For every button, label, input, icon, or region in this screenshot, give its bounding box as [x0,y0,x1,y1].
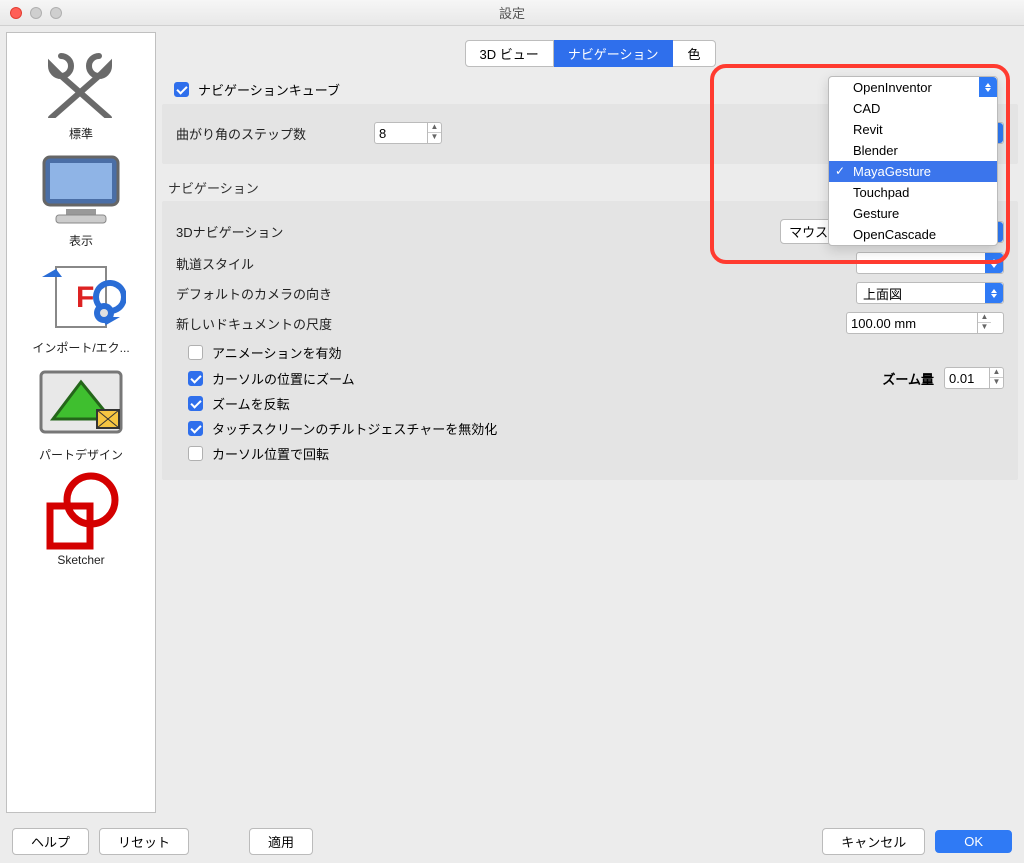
importexport-icon: F [33,257,129,337]
tab-bar: 3D ビュー ナビゲーション 色 [162,40,1018,67]
check-label: カーソル位置で回転 [212,444,329,463]
titlebar: 設定 [0,0,1024,26]
svg-text:F: F [76,281,94,314]
window-title: 設定 [0,3,1024,22]
tab-color[interactable]: 色 [673,40,715,67]
camdir-select[interactable]: 上面図 [856,282,1004,304]
sidebar-label: 標準 [69,125,93,142]
sidebar: 標準 表示 F [6,32,156,813]
help-button[interactable]: ヘルプ [12,828,89,855]
camdir-label: デフォルトのカメラの向き [176,284,366,303]
sketcher-icon [33,471,129,551]
sidebar-label: インポート/エク... [32,339,129,356]
chevron-updown-icon [985,253,1003,273]
check-invertzoom[interactable] [188,396,203,411]
content-area: 3D ビュー ナビゲーション 色 ナビゲーションキューブ 曲がり角のステップ数 … [162,32,1018,813]
bottom-bar: ヘルプ リセット 適用 キャンセル OK [0,819,1024,863]
sidebar-label: パートデザイン [39,446,123,463]
apply-button[interactable]: 適用 [249,828,313,855]
reset-button[interactable]: リセット [99,828,189,855]
orbit-label: 軌道スタイル [176,254,366,273]
check-rotatecursor[interactable] [188,446,203,461]
dd-option-touchpad[interactable]: Touchpad [829,182,997,203]
zoom-amount-field[interactable]: ▲▼ [944,367,1004,389]
navcube-label: ナビゲーションキューブ [198,80,340,99]
dd-option-gesture[interactable]: Gesture [829,203,997,224]
tab-navigation[interactable]: ナビゲーション [554,40,674,67]
steps-stepper[interactable]: ▲▼ [374,122,442,144]
orbit-select[interactable] [856,252,1004,274]
sidebar-item-importexport[interactable]: F インポート/エク... [7,253,155,358]
check-animation[interactable] [188,345,203,360]
zoom-amount-input[interactable] [945,369,989,388]
monitor-icon [33,150,129,230]
sidebar-label: Sketcher [57,553,104,567]
ok-button[interactable]: OK [935,830,1012,853]
check-label: アニメーションを有効 [212,343,341,362]
nav3d-label: 3Dナビゲーション [176,222,366,241]
step-down-icon[interactable]: ▼ [428,133,441,143]
dd-option-revit[interactable]: Revit [829,119,997,140]
wrench-icon [33,43,129,123]
check-label: タッチスクリーンのチルトジェスチャーを無効化 [212,419,497,438]
tab-3dview[interactable]: 3D ビュー [465,40,554,67]
steps-label: 曲がり角のステップ数 [176,124,366,143]
check-tilt[interactable] [188,421,203,436]
cancel-button[interactable]: キャンセル [822,828,925,855]
newdoc-field[interactable]: ▲▼ [846,312,1004,334]
check-label: ズームを反転 [212,394,290,413]
sidebar-item-sketcher[interactable]: Sketcher [7,467,155,569]
dd-option-cad[interactable]: CAD [829,98,997,119]
newdoc-input[interactable] [847,314,977,333]
sidebar-item-general[interactable]: 標準 [7,39,155,144]
check-zoomcursor[interactable] [188,371,203,386]
chevron-updown-icon [985,283,1003,303]
newdoc-label: 新しいドキュメントの尺度 [176,314,366,333]
check-label: カーソルの位置にズーム [212,369,355,388]
nav3d-dropdown[interactable]: OpenInventor CAD Revit Blender MayaGestu… [828,76,998,246]
dd-option-opencascade[interactable]: OpenCascade [829,224,997,245]
sidebar-item-display[interactable]: 表示 [7,146,155,251]
step-down-icon[interactable]: ▼ [990,378,1003,388]
sidebar-label: 表示 [69,232,93,249]
step-down-icon[interactable]: ▼ [978,323,991,333]
dd-option-openinventor[interactable]: OpenInventor [829,77,997,98]
zoom-amount-label: ズーム量 [882,369,934,388]
steps-input[interactable] [375,124,427,143]
dd-option-blender[interactable]: Blender [829,140,997,161]
dd-option-mayagesture[interactable]: MayaGesture [829,161,997,182]
navcube-checkbox[interactable] [174,82,189,97]
camdir-value: 上面図 [863,284,985,303]
sidebar-item-partdesign[interactable]: パートデザイン [7,360,155,465]
partdesign-icon [33,364,129,444]
